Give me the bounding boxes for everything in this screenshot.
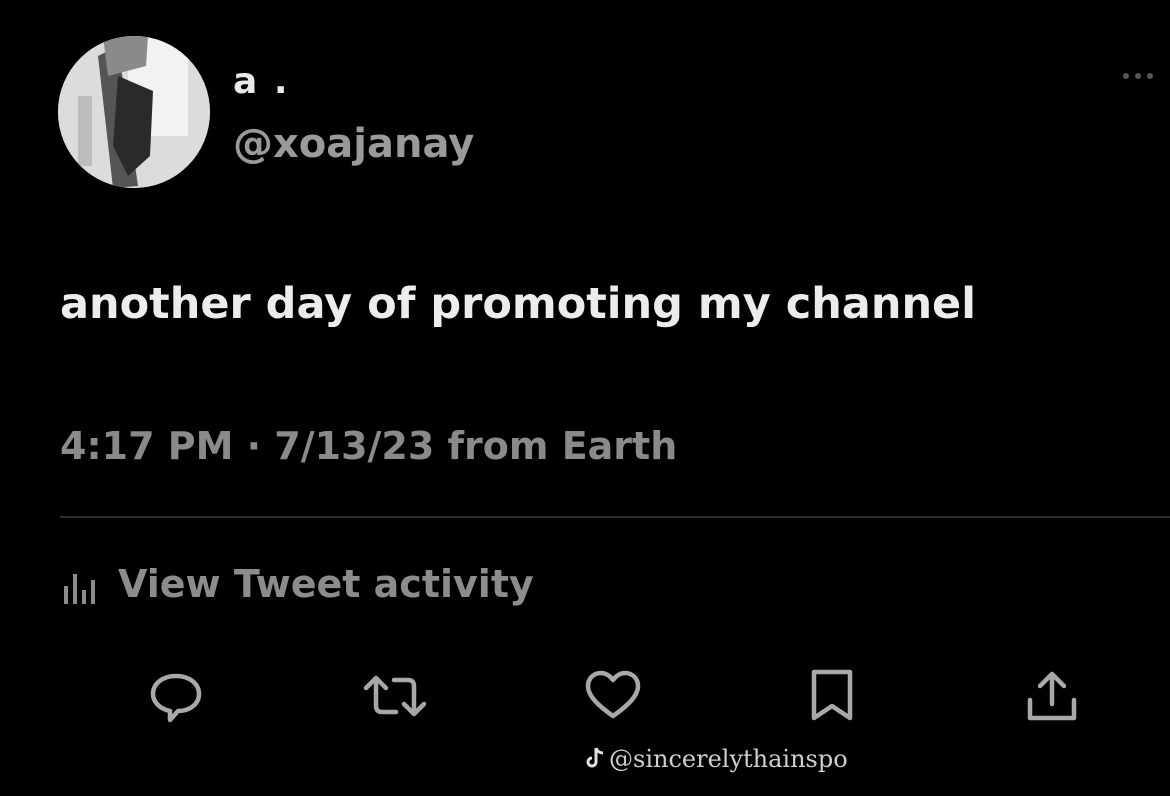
watermark: @sincerelythainspo	[585, 744, 848, 774]
bookmark-icon	[811, 669, 853, 721]
user-handle[interactable]: @xoajanay	[233, 120, 474, 168]
watermark-text: @sincerelythainspo	[609, 745, 848, 773]
bookmark-button[interactable]	[808, 668, 864, 724]
retweet-icon	[363, 675, 427, 717]
tweet-text: another day of promoting my channel	[60, 279, 976, 329]
share-button[interactable]	[1024, 668, 1080, 724]
avatar[interactable]	[58, 36, 210, 188]
divider	[60, 516, 1170, 518]
avatar-image	[58, 36, 210, 188]
heart-icon	[585, 670, 641, 719]
bar-chart-icon	[60, 564, 102, 604]
more-options-icon[interactable]	[1118, 66, 1158, 86]
display-name[interactable]: a .	[233, 62, 290, 102]
retweet-button[interactable]	[360, 668, 427, 724]
view-tweet-activity-label: View Tweet activity	[118, 562, 534, 606]
view-tweet-activity-link[interactable]: View Tweet activity	[60, 556, 534, 612]
like-button[interactable]	[584, 668, 641, 724]
tweet-timestamp[interactable]: 4:17 PM · 7/13/23 from Earth	[60, 420, 677, 472]
reply-button[interactable]	[148, 668, 204, 724]
share-icon	[1027, 671, 1077, 721]
tiktok-icon	[585, 746, 605, 770]
reply-icon	[150, 673, 202, 723]
